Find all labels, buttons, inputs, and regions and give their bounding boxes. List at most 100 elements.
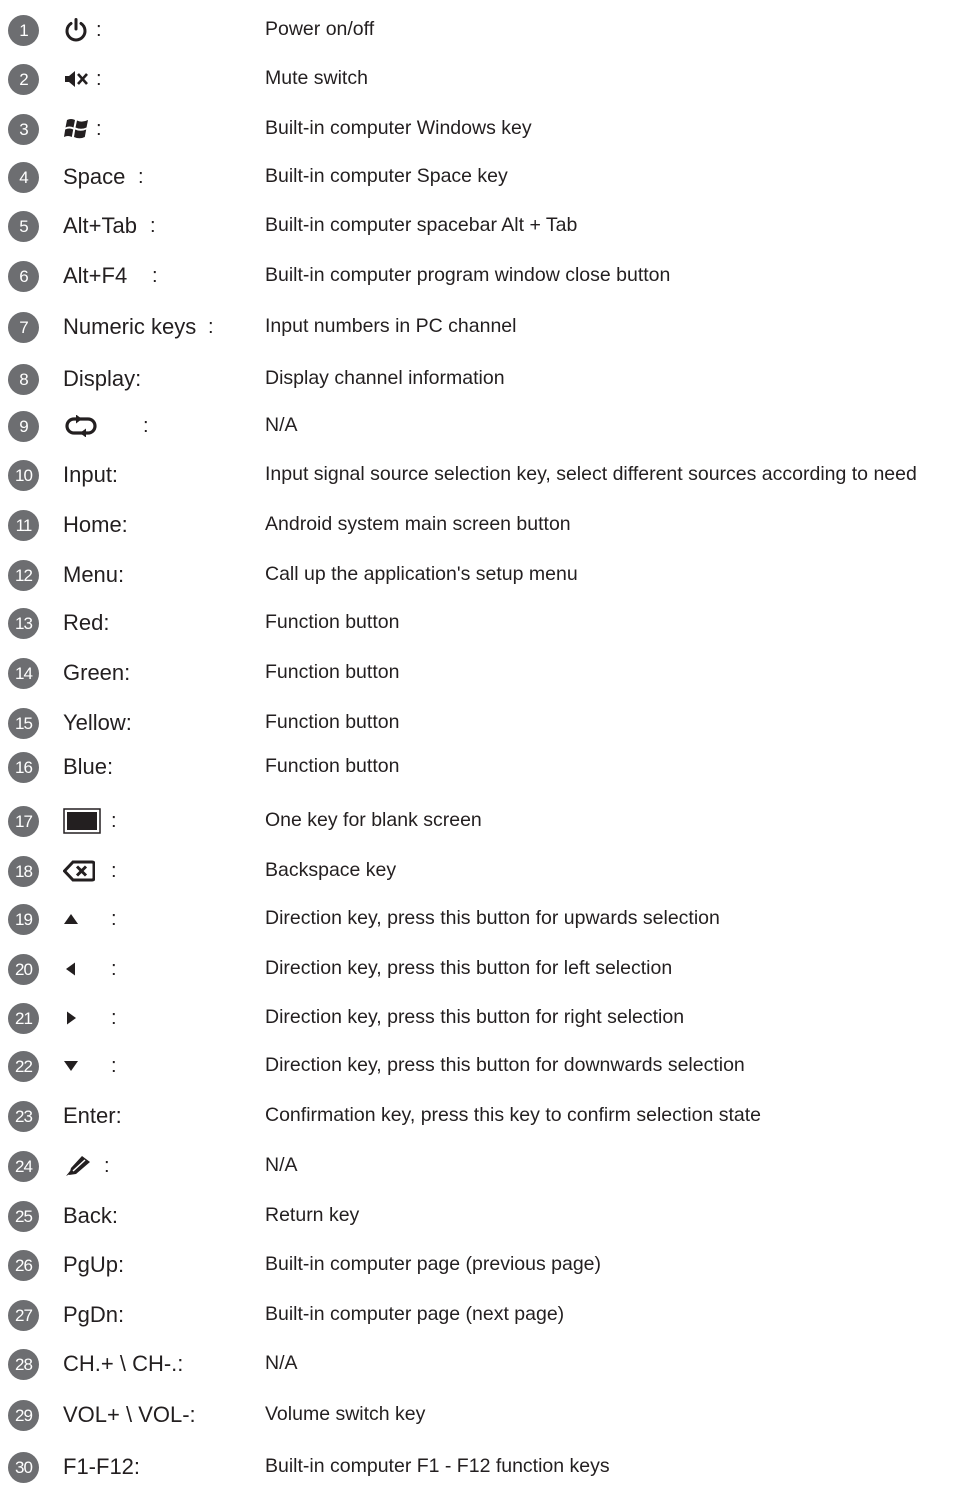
item-number-badge: 4: [8, 162, 39, 193]
key-row: 2: Mute switch: [0, 64, 980, 104]
key-description: Mute switch: [265, 67, 368, 89]
key-row: 24: N/A: [0, 1151, 980, 1191]
key-row: 8 Display: Display channel information: [0, 364, 980, 404]
item-number-badge: 30: [8, 1452, 39, 1483]
key-description: N/A: [265, 414, 298, 436]
key-description: Function button: [265, 661, 400, 683]
item-number-badge: 15: [8, 708, 39, 739]
key-label: Back:: [63, 1203, 119, 1228]
key-colon: :: [96, 118, 102, 140]
key-name: [63, 410, 99, 442]
item-number-badge: 1: [8, 15, 39, 46]
arrow-up-icon: [63, 912, 79, 926]
backspace-icon: [63, 860, 95, 882]
key-name: Home:: [63, 509, 128, 541]
key-description: Volume switch key: [265, 1403, 426, 1425]
key-description: Call up the application's setup menu: [265, 563, 578, 585]
item-number-badge: 23: [8, 1101, 39, 1132]
key-description: Input signal source selection key, selec…: [265, 463, 917, 485]
key-label: F1-F12:: [63, 1454, 141, 1479]
key-colon: :: [208, 316, 214, 338]
key-label: Yellow:: [63, 710, 132, 735]
key-name: Back:: [63, 1200, 118, 1232]
item-number-badge: 7: [8, 312, 39, 343]
key-description: Function button: [265, 711, 400, 733]
item-number-badge: 28: [8, 1349, 39, 1380]
key-description: Backspace key: [265, 859, 397, 881]
key-name: PgDn:: [63, 1299, 124, 1331]
key-label: Enter:: [63, 1103, 122, 1128]
key-row: 29 VOL+ \ VOL-: Volume switch key: [0, 1400, 980, 1440]
item-number-badge: 29: [8, 1400, 39, 1431]
item-number-badge: 8: [8, 364, 39, 395]
key-colon: :: [150, 215, 156, 237]
item-number-badge: 21: [8, 1003, 39, 1034]
item-number-badge: 11: [8, 510, 39, 541]
key-name: [63, 855, 95, 887]
key-row: 26 PgUp: Built-in computer page (previous …: [0, 1250, 980, 1290]
key-label: Home:: [63, 512, 128, 537]
key-colon: :: [152, 265, 158, 287]
key-row: 19: Direction key, press this button for …: [0, 904, 980, 944]
key-label: Input:: [63, 462, 119, 487]
key-name: VOL+ \ VOL-:: [63, 1399, 196, 1431]
item-number-badge: 13: [8, 608, 39, 639]
key-colon: :: [138, 166, 144, 188]
key-name: Menu:: [63, 559, 124, 591]
key-label: Red:: [63, 610, 110, 635]
item-number-badge: 16: [8, 752, 39, 783]
key-colon: :: [111, 958, 117, 980]
key-description: Direction key, press this button for upw…: [265, 907, 720, 929]
key-row: 7 Numeric keys: Input numbers in PC channe…: [0, 312, 980, 352]
key-description: Built-in computer Space key: [265, 165, 508, 187]
key-name: Alt+F4: [63, 260, 127, 292]
key-label: Numeric keys: [63, 314, 197, 339]
key-label: Alt+F4: [63, 263, 128, 288]
key-row: 23 Enter: Confirmation key, press this key…: [0, 1101, 980, 1141]
key-row: 25 Back: Return key: [0, 1201, 980, 1241]
key-row: 3: Built-in computer Windows key: [0, 114, 980, 154]
item-number-badge: 26: [8, 1250, 39, 1281]
key-colon: :: [111, 860, 117, 882]
key-description: Android system main screen button: [265, 513, 571, 535]
key-row: 17: One key for blank screen: [0, 806, 980, 846]
key-colon: :: [111, 1055, 117, 1077]
key-description: Direction key, press this button for dow…: [265, 1054, 745, 1076]
item-number-badge: 17: [8, 806, 39, 837]
key-row: 6 Alt+F4: Built-in computer program window…: [0, 261, 980, 301]
key-description: Confirmation key, press this key to conf…: [265, 1104, 762, 1126]
key-colon: :: [96, 68, 102, 90]
key-name: PgUp:: [63, 1249, 124, 1281]
key-row: 30 F1-F12: Built-in computer F1 - F12 func…: [0, 1452, 980, 1492]
item-number-badge: 9: [8, 411, 39, 442]
key-colon: :: [111, 810, 117, 832]
windows-icon: [63, 117, 91, 141]
pen-icon: [63, 1154, 93, 1178]
key-name: F1-F12:: [63, 1451, 140, 1483]
key-description: Function button: [265, 611, 400, 633]
arrow-right-icon: [63, 1010, 79, 1026]
power-icon: [63, 17, 89, 43]
key-label: CH.+ \ CH-.:: [63, 1351, 184, 1376]
key-description: Direction key, press this button for rig…: [265, 1006, 685, 1028]
item-number-badge: 19: [8, 904, 39, 935]
key-row: 27 PgDn: Built-in computer page (next page…: [0, 1300, 980, 1340]
key-name: Numeric keys: [63, 311, 196, 343]
key-description: N/A: [265, 1352, 298, 1374]
key-description: Built-in computer F1 - F12 function keys: [265, 1455, 610, 1477]
key-name: [63, 1050, 79, 1082]
item-number-badge: 20: [8, 954, 39, 985]
key-label: PgUp:: [63, 1252, 125, 1277]
key-description: Direction key, press this button for lef…: [265, 957, 673, 979]
key-colon: :: [96, 19, 102, 41]
key-name: Space: [63, 161, 125, 193]
item-number-badge: 25: [8, 1201, 39, 1232]
key-colon: :: [143, 415, 149, 437]
key-name: [63, 805, 101, 837]
key-name: [63, 1150, 93, 1182]
key-label: Space: [63, 164, 126, 189]
mute-icon: [63, 68, 89, 90]
item-number-badge: 5: [8, 211, 39, 242]
key-label: Blue:: [63, 754, 114, 779]
key-name: Yellow:: [63, 707, 132, 739]
